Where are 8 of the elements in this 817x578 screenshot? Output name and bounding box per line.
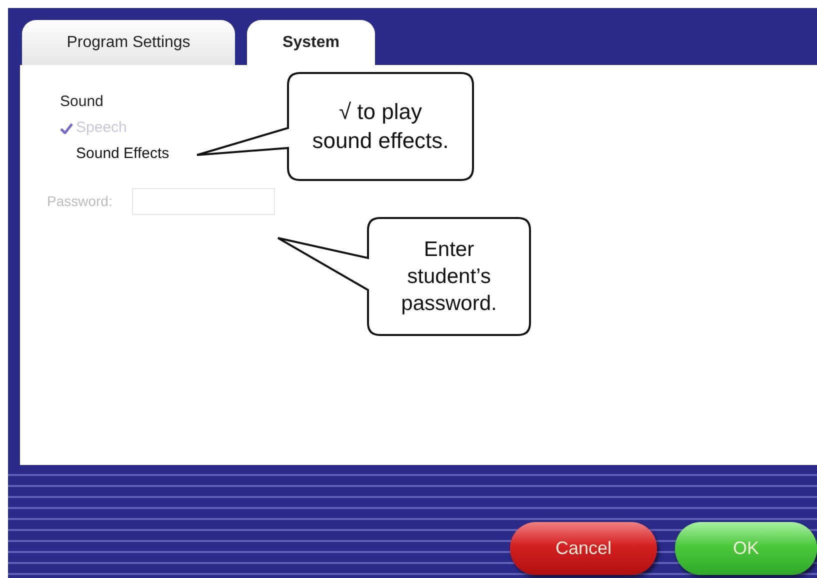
tab[interactable]: System bbox=[247, 20, 375, 65]
section-heading: Sound bbox=[60, 92, 104, 112]
field-label: Password: bbox=[47, 192, 112, 210]
callout-text: Enter student’s password. bbox=[401, 236, 497, 318]
checkbox-label[interactable]: Sound Effects bbox=[76, 143, 170, 166]
callout-text: √ to play sound effects. bbox=[312, 98, 449, 154]
tab[interactable]: Program Settings bbox=[22, 20, 235, 65]
cancel-button[interactable]: Cancel bbox=[510, 522, 657, 575]
